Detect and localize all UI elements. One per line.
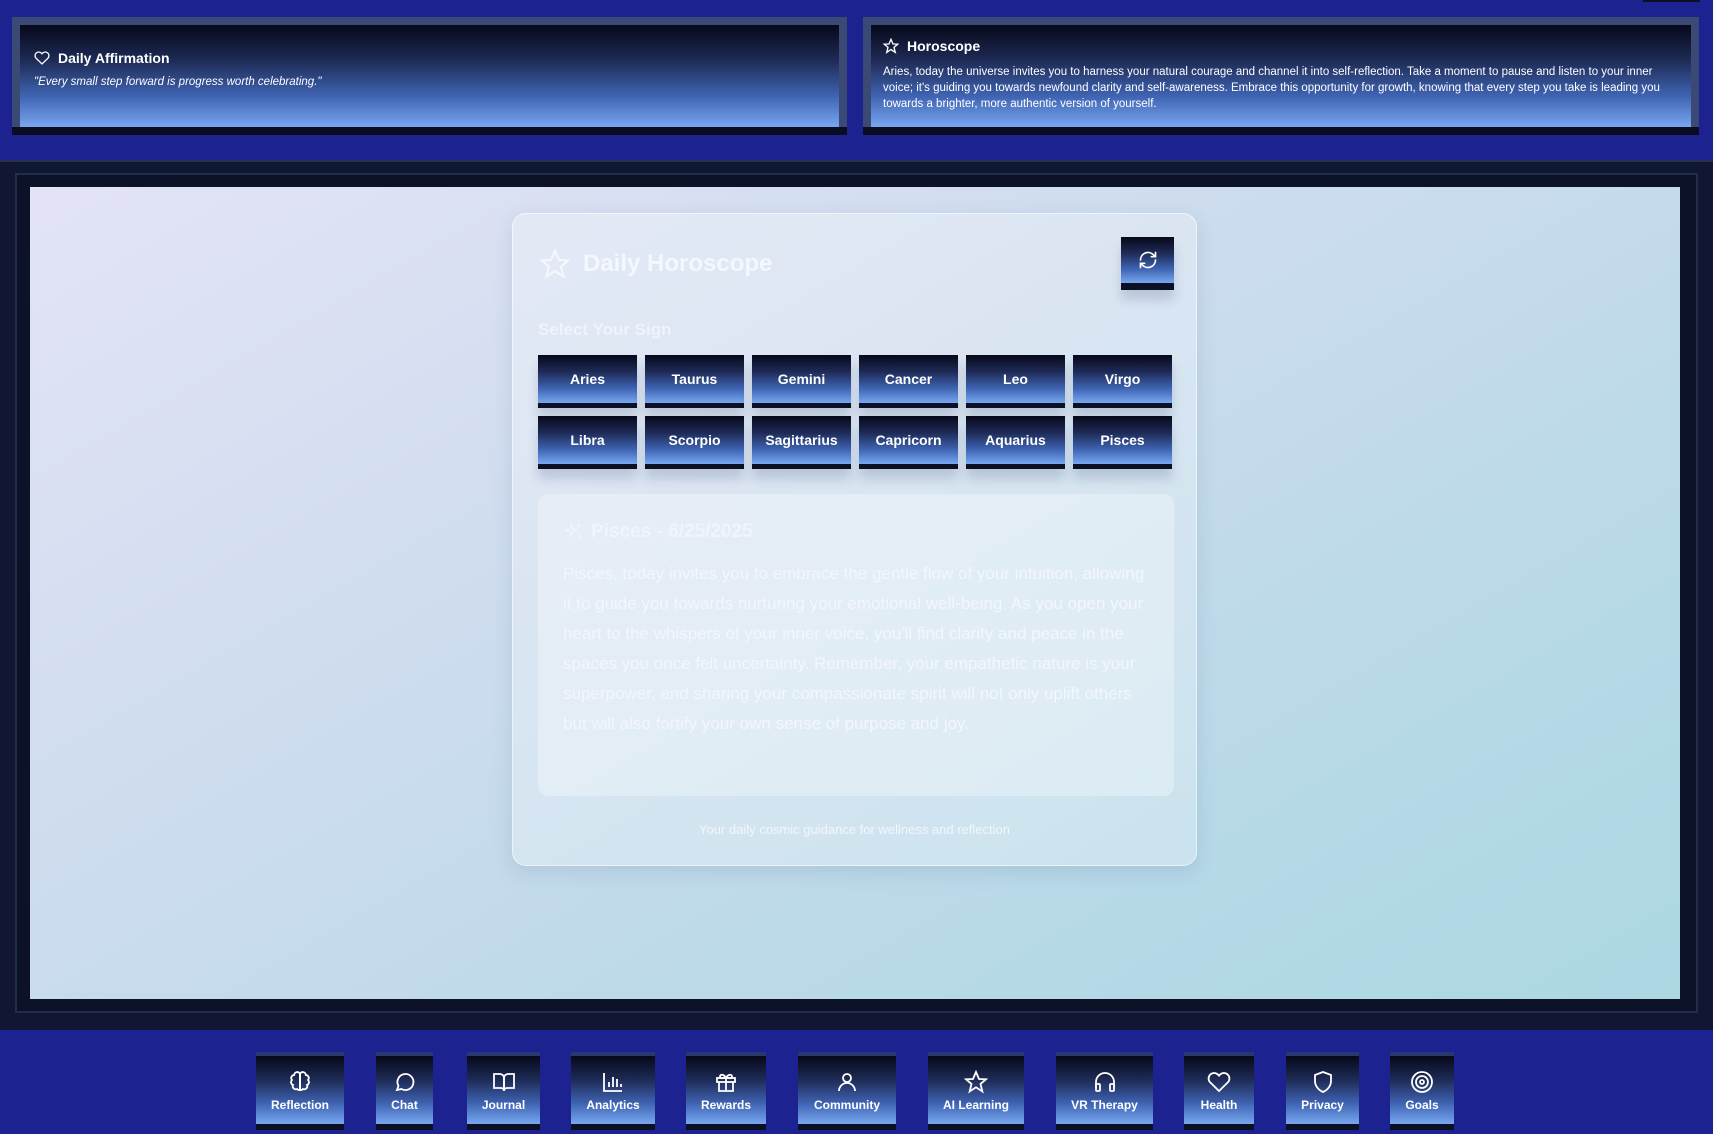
top-edge-bar bbox=[1643, 0, 1700, 2]
affirmation-text: "Every small step forward is progress wo… bbox=[34, 76, 322, 88]
star-outline-icon bbox=[539, 248, 571, 280]
sign-button-pisces[interactable]: Pisces bbox=[1073, 416, 1172, 469]
horoscope-banner-text: Aries, today the universe invites you to… bbox=[883, 66, 1660, 110]
nav-label: VR Therapy bbox=[1071, 1098, 1138, 1112]
affirmation-card: Daily Affirmation "Every small step forw… bbox=[12, 17, 847, 135]
sign-button-leo[interactable]: Leo bbox=[966, 355, 1065, 408]
nav-label: Analytics bbox=[586, 1098, 640, 1112]
select-sign-label: Select Your Sign bbox=[538, 320, 672, 339]
heart-icon bbox=[1207, 1072, 1231, 1093]
heart-icon bbox=[34, 51, 50, 65]
nav-label: Journal bbox=[481, 1098, 526, 1112]
nav-label: AI Learning bbox=[942, 1098, 1009, 1112]
nav-analytics[interactable]: Analytics bbox=[571, 1052, 655, 1130]
brain-icon bbox=[290, 1071, 310, 1091]
chat-icon bbox=[395, 1073, 414, 1092]
nav-label: Rewards bbox=[700, 1098, 752, 1112]
sign-button-virgo[interactable]: Virgo bbox=[1073, 355, 1172, 408]
refresh-icon bbox=[1139, 251, 1156, 269]
card-title: Daily Horoscope bbox=[539, 248, 772, 280]
nav-rewards[interactable]: Rewards bbox=[686, 1052, 766, 1130]
nav-label: Community bbox=[814, 1098, 880, 1112]
headphones-icon bbox=[1094, 1072, 1115, 1092]
reading-text: Pisces, today invites you to embrace the… bbox=[563, 564, 1145, 733]
nav-label: Goals bbox=[1405, 1098, 1439, 1112]
daily-horoscope-card: Daily Horoscope Select Your Sign Aries T… bbox=[512, 213, 1197, 866]
refresh-button[interactable] bbox=[1121, 237, 1174, 290]
horoscope-banner-card: Horoscope Aries, today the universe invi… bbox=[863, 17, 1699, 135]
star-icon bbox=[883, 38, 899, 54]
horoscope-reading: Pisces - 6/25/2025 Pisces, today invites… bbox=[538, 494, 1174, 796]
sign-button-sagittarius[interactable]: Sagittarius bbox=[752, 416, 851, 469]
user-icon bbox=[838, 1073, 856, 1092]
sign-button-capricorn[interactable]: Capricorn bbox=[859, 416, 958, 469]
target-icon bbox=[1411, 1071, 1433, 1093]
sign-button-scorpio[interactable]: Scorpio bbox=[645, 416, 744, 469]
reading-title: Pisces - 6/25/2025 bbox=[563, 521, 1149, 543]
sign-button-aquarius[interactable]: Aquarius bbox=[966, 416, 1065, 469]
nav-goals[interactable]: Goals bbox=[1390, 1052, 1454, 1130]
card-title-text: Daily Horoscope bbox=[583, 250, 773, 277]
star-icon bbox=[964, 1070, 988, 1094]
reading-title-text: Pisces - 6/25/2025 bbox=[591, 521, 753, 542]
sign-grid: Aries Taurus Gemini Cancer Leo Virgo Lib… bbox=[538, 355, 1174, 469]
nav-community[interactable]: Community bbox=[798, 1052, 896, 1130]
sign-button-aries[interactable]: Aries bbox=[538, 355, 637, 408]
shield-icon bbox=[1313, 1071, 1332, 1093]
nav-ai-learning[interactable]: AI Learning bbox=[928, 1052, 1024, 1130]
sign-button-cancer[interactable]: Cancer bbox=[859, 355, 958, 408]
nav-reflection[interactable]: Reflection bbox=[256, 1052, 344, 1130]
nav-label: Privacy bbox=[1301, 1098, 1344, 1112]
nav-journal[interactable]: Journal bbox=[467, 1052, 540, 1130]
nav-vr-therapy[interactable]: VR Therapy bbox=[1056, 1052, 1153, 1130]
nav-privacy[interactable]: Privacy bbox=[1286, 1052, 1359, 1130]
affirmation-title: Daily Affirmation bbox=[58, 50, 170, 66]
horoscope-banner-title: Horoscope bbox=[907, 38, 981, 54]
sign-button-gemini[interactable]: Gemini bbox=[752, 355, 851, 408]
nav-health[interactable]: Health bbox=[1184, 1052, 1254, 1130]
sign-button-taurus[interactable]: Taurus bbox=[645, 355, 744, 408]
sparkles-icon bbox=[564, 523, 581, 538]
book-icon bbox=[492, 1073, 515, 1092]
nav-label: Health bbox=[1200, 1098, 1238, 1112]
nav-label: Reflection bbox=[270, 1098, 329, 1112]
card-footer: Your daily cosmic guidance for wellness … bbox=[699, 822, 1010, 837]
sign-button-libra[interactable]: Libra bbox=[538, 416, 637, 469]
gift-icon bbox=[716, 1073, 736, 1092]
bar-chart-icon bbox=[603, 1073, 622, 1092]
nav-chat[interactable]: Chat bbox=[376, 1052, 433, 1130]
nav-label: Chat bbox=[391, 1098, 418, 1112]
